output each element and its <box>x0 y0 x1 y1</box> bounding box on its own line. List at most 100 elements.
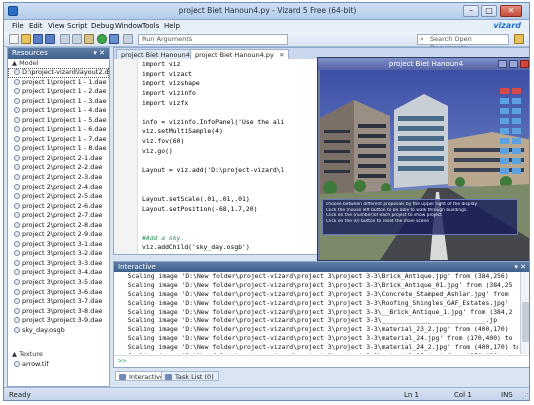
run-icon[interactable] <box>97 34 107 44</box>
title-bar[interactable]: project Biet Hanoun4.py - Vizard 5 Free … <box>4 3 529 20</box>
menu-debug[interactable]: Debug <box>91 22 114 30</box>
status-bar: Ready Ln 1 Col 1 INS ⋰ <box>4 387 529 400</box>
open-folder-icon[interactable] <box>21 34 31 44</box>
resource-item[interactable]: project 3\project 3-4.dae <box>8 268 109 278</box>
resource-item[interactable]: project 2\project 2-8.dae <box>8 221 109 231</box>
console-line: Scaling image 'D:\New folder\project-viz… <box>120 272 509 280</box>
menu-help[interactable]: Help <box>164 22 180 30</box>
save-icon[interactable] <box>33 34 43 44</box>
tab-label: project Biet Hanoun4.py <box>121 51 200 59</box>
console-scrollbar[interactable] <box>520 272 529 354</box>
tab-task-list[interactable]: Task List (0) <box>161 371 219 381</box>
resource-item[interactable]: project 3\project 3-5.dae <box>8 278 109 288</box>
toolbar: Run Arguments ⌕ Search Open Documents <box>4 32 529 52</box>
resource-item[interactable]: project 2\project 2-9.dae <box>8 230 109 240</box>
resource-item[interactable]: project 3\project 3-3.dae <box>8 259 109 269</box>
model-icon <box>14 174 20 181</box>
resource-item-label: project 3\project 3-6.dae <box>22 287 103 296</box>
resource-item[interactable]: project 2\project 2-5.dae <box>8 192 109 202</box>
resource-item[interactable]: project 2\project 2-7.dae <box>8 211 109 221</box>
panel-pin-close-icon[interactable]: ▾ ✕ <box>93 48 105 59</box>
menu-script[interactable]: Script <box>67 22 87 30</box>
resource-item[interactable]: project 1\project 1 - 5.dae <box>8 116 109 126</box>
resources-panel: Resources ▾ ✕ ▲ Model D:\project-vizard\… <box>7 47 110 387</box>
copy-icon[interactable] <box>72 34 82 44</box>
console-line: Scaling image 'D:\New folder\project-viz… <box>120 334 513 343</box>
code-line: viz.addChild('sky_day.osgb') <box>142 243 250 252</box>
resource-item[interactable]: project 3\project 3-6.dae <box>8 288 109 298</box>
run-arguments-field[interactable]: Run Arguments <box>138 34 288 45</box>
menu-tools[interactable]: Tools <box>142 22 159 30</box>
menu-view[interactable]: View <box>48 22 65 30</box>
editor-gutter <box>114 59 138 254</box>
resize-grip-icon[interactable]: ⋰ <box>522 392 529 400</box>
resource-item[interactable]: D:\project-vizard\layout2.dae <box>8 68 109 78</box>
resource-item[interactable]: project 2\project 2-1.dae <box>8 154 109 164</box>
resource-item[interactable]: project 3\project 3-9.dae <box>8 316 109 326</box>
menu-file[interactable]: File <box>12 22 24 30</box>
maximize-button[interactable]: □ <box>481 5 497 17</box>
texture-list: arrow.tif <box>8 360 109 370</box>
code-line: #Add a sky. <box>142 233 185 242</box>
resource-item[interactable]: project 2\project 2-6.dae <box>8 202 109 212</box>
save-all-icon[interactable] <box>45 34 55 44</box>
model-icon <box>14 259 20 266</box>
model-icon <box>14 212 20 219</box>
status-insert-mode: INS <box>501 391 513 399</box>
console-line: Scaling image 'D:\New folder\project-viz… <box>120 298 509 307</box>
tab-file-2[interactable]: project Biet Hanoun4.py ✕ <box>190 49 290 59</box>
tab-label: Task List (0) <box>175 373 214 381</box>
paste-icon[interactable] <box>84 34 94 44</box>
resource-item[interactable]: project 1\project 1 - 2.dae <box>8 87 109 97</box>
interactive-header: Interactive ▾ ✕ <box>114 262 529 272</box>
resource-item[interactable]: project 1\project 1 - 4.dae <box>8 106 109 116</box>
resources-header: Resources ▾ ✕ <box>8 48 109 59</box>
menu-edit[interactable]: Edit <box>29 22 43 30</box>
resource-item[interactable]: project 2\project 2-4.dae <box>8 183 109 193</box>
new-file-icon[interactable] <box>9 34 19 44</box>
resource-item[interactable]: project 3\project 3-7.dae <box>8 297 109 307</box>
resource-item[interactable]: project 3\project 3-2.dae <box>8 249 109 259</box>
texture-item[interactable]: arrow.tif <box>8 360 109 370</box>
console-icon <box>119 374 126 380</box>
resource-item[interactable]: project 1\project 1 - 3.dae <box>8 97 109 107</box>
panel-pin-close-icon[interactable]: ▾ ✕ <box>514 262 526 272</box>
viewer-maximize-button[interactable] <box>509 60 518 68</box>
model-icon <box>14 126 20 133</box>
console-prompt[interactable]: >> <box>114 355 529 367</box>
resource-item[interactable]: project 1\project 1 - 6.dae <box>8 125 109 135</box>
console-output[interactable]: Scaling image 'D:\New folder\project-viz… <box>114 272 518 354</box>
resource-item-label: project 3\project 3-4.dae <box>22 268 103 277</box>
resource-item[interactable]: project 2\project 2-2.dae <box>8 163 109 173</box>
resource-item-label: project 1\project 1 - 2.dae <box>22 87 107 96</box>
resource-item[interactable]: project 2\project 2-3.dae <box>8 173 109 183</box>
debug-icon[interactable] <box>109 34 119 44</box>
resource-item[interactable]: project 1\project 1 - 1.dae <box>8 78 109 88</box>
minimize-button[interactable]: – <box>463 5 479 17</box>
tab-close-icon[interactable]: ✕ <box>279 51 284 59</box>
resource-item[interactable]: project 1\project 1 - 8.dae <box>8 144 109 154</box>
render-viewer-window[interactable]: project Biet Hanoun4 choose between diff… <box>317 57 529 261</box>
viewer-close-button[interactable] <box>520 60 529 68</box>
resource-item[interactable]: project 3\project 3-8.dae <box>8 307 109 317</box>
close-button[interactable]: ✕ <box>500 5 522 17</box>
resource-item-label: project 1\project 1 - 1.dae <box>22 77 107 86</box>
model-icon <box>14 307 20 314</box>
model-list: D:\project-vizard\layout2.dae project 1\p… <box>8 68 109 335</box>
model-icon <box>14 78 20 85</box>
viewer-minimize-button[interactable] <box>498 60 507 68</box>
texture-group-header[interactable]: ▲ Texture <box>8 350 109 359</box>
cut-icon[interactable] <box>60 34 70 44</box>
model-icon <box>14 88 20 95</box>
resource-item[interactable]: sky_day.osgb <box>8 326 109 336</box>
resource-item[interactable]: project 1\project 1 - 7.dae <box>8 135 109 145</box>
resource-item[interactable]: project 3\project 3-1.dae <box>8 240 109 250</box>
code-text[interactable]: import viz import vizact import vizshape im… <box>142 60 322 254</box>
menu-window[interactable]: Window <box>115 22 143 30</box>
folder-icon[interactable] <box>514 34 524 44</box>
model-group-header[interactable]: ▲ Model <box>8 59 109 68</box>
options-icon[interactable] <box>123 34 133 44</box>
search-open-documents[interactable]: ⌕ Search Open Documents <box>417 34 509 52</box>
scrollbar-thumb[interactable] <box>522 302 529 342</box>
